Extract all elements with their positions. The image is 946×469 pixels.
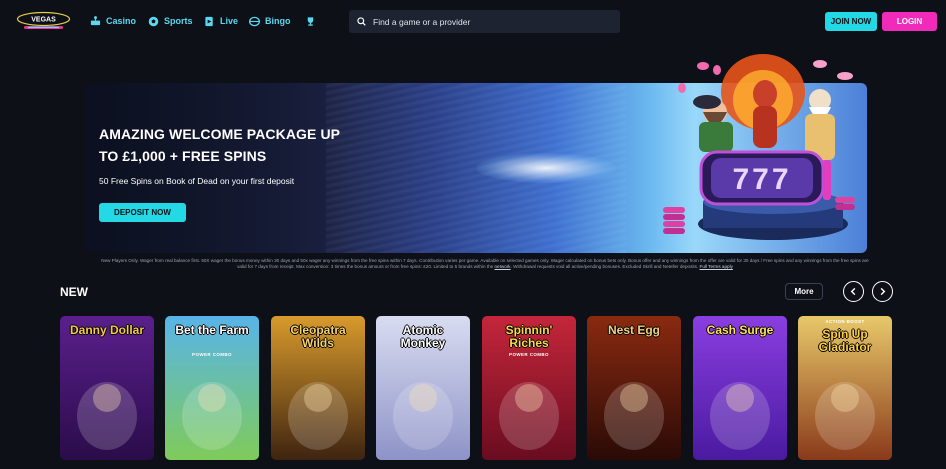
site-logo[interactable]: VEGAS (16, 11, 71, 31)
nav-bingo-label: Bingo (265, 16, 291, 26)
joystick-icon (90, 15, 101, 25)
game-subtitle: POWER COMBO (509, 352, 549, 357)
bingo-ball-icon (249, 16, 260, 26)
game-tile[interactable]: Atomic Monkey (376, 316, 470, 460)
slot-machine-illustration: 777 (663, 54, 855, 240)
game-subtitle: POWER COMBO (192, 352, 232, 357)
game-title: Spinnin' Riches (505, 323, 553, 350)
game-thumbnail-art (604, 382, 664, 450)
nav-bingo[interactable]: Bingo (249, 14, 291, 28)
join-now-button[interactable]: JOIN NOW (825, 12, 877, 31)
banner-background-glow (476, 153, 616, 183)
nav-sports[interactable]: Sports (148, 14, 193, 28)
banner-headline: AMAZING WELCOME PACKAGE UP TO £1,000 + F… (99, 126, 340, 164)
banner-subline: 50 Free Spins on Book of Dead on your fi… (99, 176, 295, 186)
game-title: Atomic Monkey (400, 323, 446, 350)
terms-text-2: . Withdrawal requests void all active/pe… (510, 264, 699, 270)
game-title: Nest Egg (607, 323, 660, 337)
game-tile[interactable]: Nest Egg (587, 316, 681, 460)
game-tile[interactable]: Spinnin' Riches POWER COMBO (482, 316, 576, 460)
nav-live-label: Live (220, 16, 239, 26)
carousel-next-button[interactable] (872, 281, 893, 302)
full-terms-link[interactable]: Full Terms apply (700, 264, 733, 269)
trophy-icon (307, 16, 314, 26)
deposit-now-button[interactable]: DEPOSIT NOW (99, 203, 186, 222)
game-tile[interactable]: Cash Surge (693, 316, 787, 460)
game-thumbnail-art (710, 382, 770, 450)
banner-background-fade (86, 83, 346, 253)
game-thumbnail-art (77, 382, 137, 450)
bonus-terms: New Players Only. Wager from real balanc… (100, 258, 870, 270)
section-title-new: NEW (60, 285, 88, 299)
top-header: VEGAS Casino Sports Live Bingo JOIN NOW … (0, 0, 946, 42)
chevron-left-icon (850, 287, 856, 296)
live-card-icon (205, 16, 213, 26)
nav-casino-label: Casino (106, 16, 137, 26)
svg-text:VEGAS: VEGAS (31, 17, 56, 24)
game-thumbnail-art (182, 382, 242, 450)
terms-text: New Players Only. Wager from real balanc… (101, 258, 869, 270)
svg-text:777: 777 (732, 163, 791, 196)
search-input[interactable] (373, 16, 603, 27)
game-title: Bet the Farm (175, 323, 249, 337)
game-title: Spin Up Gladiator (818, 327, 872, 354)
game-tile[interactable]: Danny Dollar (60, 316, 154, 460)
nav-sports-label: Sports (164, 16, 193, 26)
chevron-right-icon (880, 287, 886, 296)
more-button[interactable]: More (785, 283, 823, 300)
carousel-prev-button[interactable] (843, 281, 864, 302)
game-tile[interactable]: Spin Up Gladiator ACTION BOOST (798, 316, 892, 460)
game-tile[interactable]: Cleopatra Wilds (271, 316, 365, 460)
soccer-ball-icon (148, 16, 159, 26)
network-link[interactable]: network (494, 264, 510, 269)
game-subtitle: ACTION BOOST (825, 319, 865, 324)
search-icon (357, 17, 366, 26)
nav-casino[interactable]: Casino (90, 14, 136, 28)
login-button[interactable]: LOGIN (882, 12, 937, 31)
nav-live[interactable]: Live (204, 14, 238, 28)
game-title: Cleopatra Wilds (290, 323, 346, 350)
search-bar[interactable] (349, 10, 620, 33)
game-title: Danny Dollar (69, 323, 144, 337)
game-title: Cash Surge (706, 323, 774, 337)
nav-promotions[interactable] (305, 14, 321, 28)
game-tile[interactable]: Bet the Farm POWER COMBO (165, 316, 259, 460)
